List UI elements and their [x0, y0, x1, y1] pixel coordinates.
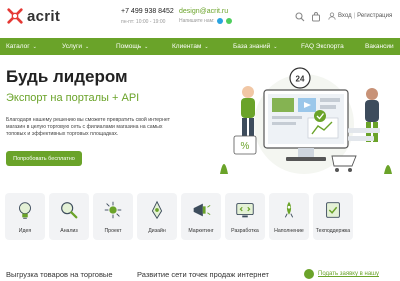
service-label: Идея — [18, 228, 32, 234]
nav-item-vacancies[interactable]: Вакансии — [365, 43, 394, 50]
service-tile-marketing[interactable]: Маркетинг — [181, 193, 221, 240]
badge-24-text: 24 — [296, 75, 305, 84]
hero-description: Благодаря нашему решению вы сможете прев… — [6, 117, 171, 137]
design-icon — [151, 200, 163, 220]
chevron-down-icon: ⌄ — [85, 43, 90, 50]
service-tile-analysis[interactable]: Анализ — [49, 193, 89, 240]
plant-icon — [384, 165, 392, 174]
bottom-teasers: Выгрузка товаров на торговые Развитие се… — [0, 262, 400, 281]
service-label: Разработка — [231, 228, 259, 234]
person-leg-icon — [242, 118, 247, 138]
whatsapp-icon[interactable] — [226, 18, 233, 24]
service-label: Техподдержка — [315, 228, 351, 234]
service-label: Анализ — [60, 228, 78, 234]
nav-item-knowledge-base[interactable]: База знаний ⌄ — [233, 43, 277, 50]
person-head-icon — [366, 88, 378, 100]
shopping-cart-icon — [331, 155, 357, 167]
label-bar-icon — [348, 136, 374, 141]
messengers: Напишите нам: — [179, 18, 233, 24]
hero-illustration: 24 % — [220, 67, 392, 174]
phone-block: +7 499 938 8452 пн-пт: 10:00 - 19:00 — [121, 8, 174, 25]
chevron-down-icon: ⌄ — [273, 43, 278, 50]
service-tile-development[interactable]: Разработка — [225, 193, 265, 240]
services-row: Идея Анализ Проект Дизайн Маркетинг Разр… — [5, 193, 395, 241]
telegram-icon[interactable] — [217, 18, 224, 24]
monitor-stand — [298, 148, 314, 158]
login-area: Вход | Регистрация — [328, 12, 392, 20]
site-header: acrit +7 499 938 8452 пн-пт: 10:00 - 19:… — [0, 0, 400, 38]
service-tile-idea[interactable]: Идея — [5, 193, 45, 240]
service-label: Наполнение — [274, 228, 304, 234]
request-link[interactable]: Подать заявку в нашу — [318, 271, 379, 277]
nav-item-label: Помощь — [116, 43, 142, 50]
cart-wheel-icon — [335, 168, 339, 172]
hero-subtitle: Экспорт на порталы + API — [6, 92, 140, 104]
percent-glyph: % — [241, 141, 250, 152]
screen-line-icon — [320, 98, 340, 102]
idea-icon — [19, 202, 31, 219]
logo-text: acrit — [27, 7, 61, 25]
chevron-down-icon: ⌄ — [144, 43, 149, 50]
chevron-down-icon: ⌄ — [32, 43, 37, 50]
nav-item-catalog[interactable]: Каталог ⌄ — [6, 43, 37, 50]
logo[interactable]: acrit — [6, 7, 60, 25]
user-icon — [328, 12, 336, 20]
nav-item-services[interactable]: Услуги ⌄ — [62, 43, 89, 50]
hero-title: Будь лидером — [6, 67, 128, 86]
service-tile-support[interactable]: Техподдержка — [313, 193, 353, 240]
nav-item-label: База знаний — [233, 43, 271, 50]
service-tile-design[interactable]: Дизайн — [137, 193, 177, 240]
email-link[interactable]: design@acrit.ru — [179, 8, 232, 15]
login-separator: | — [353, 13, 356, 19]
screen-line-icon — [272, 122, 296, 125]
monitor-base — [286, 157, 326, 161]
screen-line-icon — [272, 116, 302, 119]
teaser-export[interactable]: Выгрузка товаров на торговые — [6, 270, 113, 279]
nav-item-faq[interactable]: FAQ Экспорта — [301, 43, 344, 50]
cart-icon[interactable] — [311, 12, 321, 22]
analysis-icon — [61, 202, 78, 219]
service-label: Дизайн — [148, 228, 166, 234]
contact-note: Напишите нам: — [179, 18, 215, 24]
arrow-circle-icon — [304, 269, 314, 279]
search-icon[interactable] — [295, 12, 305, 22]
development-icon — [236, 203, 254, 218]
main-nav: Каталог ⌄ Услуги ⌄ Помощь ⌄ Клиентам ⌄ Б… — [0, 38, 400, 55]
nav-item-label: Каталог — [6, 43, 30, 50]
nav-item-help[interactable]: Помощь ⌄ — [116, 43, 148, 50]
checkmark-icon — [314, 110, 326, 122]
service-tile-content[interactable]: Наполнение — [269, 193, 309, 240]
nav-item-label: Клиентам — [172, 43, 202, 50]
content-icon — [284, 201, 294, 218]
nav-item-label: FAQ Экспорта — [301, 43, 344, 50]
nav-item-clients[interactable]: Клиентам ⌄ — [172, 43, 209, 50]
login-link[interactable]: Вход — [338, 13, 352, 19]
cart-wheel-icon — [348, 168, 352, 172]
try-free-button[interactable]: Попробовать бесплатно — [6, 151, 82, 166]
service-tile-project[interactable]: Проект — [93, 193, 133, 240]
chevron-down-icon: ⌄ — [204, 43, 209, 50]
nav-item-label: Услуги — [62, 43, 82, 50]
label-bar-icon — [348, 128, 380, 133]
person-leg-icon — [249, 118, 254, 138]
nav-item-label: Вакансии — [365, 43, 394, 50]
teaser-network[interactable]: Развитие сети точек продаж интернет — [137, 270, 269, 279]
support-icon — [326, 202, 340, 218]
working-hours: пн-пт: 10:00 - 19:00 — [121, 19, 166, 25]
project-icon — [104, 201, 122, 219]
screen-block-icon — [272, 98, 294, 112]
register-link[interactable]: Регистрация — [357, 13, 392, 19]
marketing-icon — [193, 203, 211, 217]
phone-number[interactable]: +7 499 938 8452 — [121, 8, 174, 15]
plant-icon — [220, 164, 228, 174]
email-block: design@acrit.ru Напишите нам: — [179, 8, 233, 24]
person-head-icon — [242, 86, 254, 98]
service-label: Маркетинг — [188, 228, 214, 234]
logo-icon — [7, 8, 23, 24]
screen-line-icon — [320, 105, 336, 109]
person-body-icon — [241, 98, 255, 118]
person-body-icon — [365, 100, 379, 122]
service-label: Проект — [104, 228, 122, 234]
